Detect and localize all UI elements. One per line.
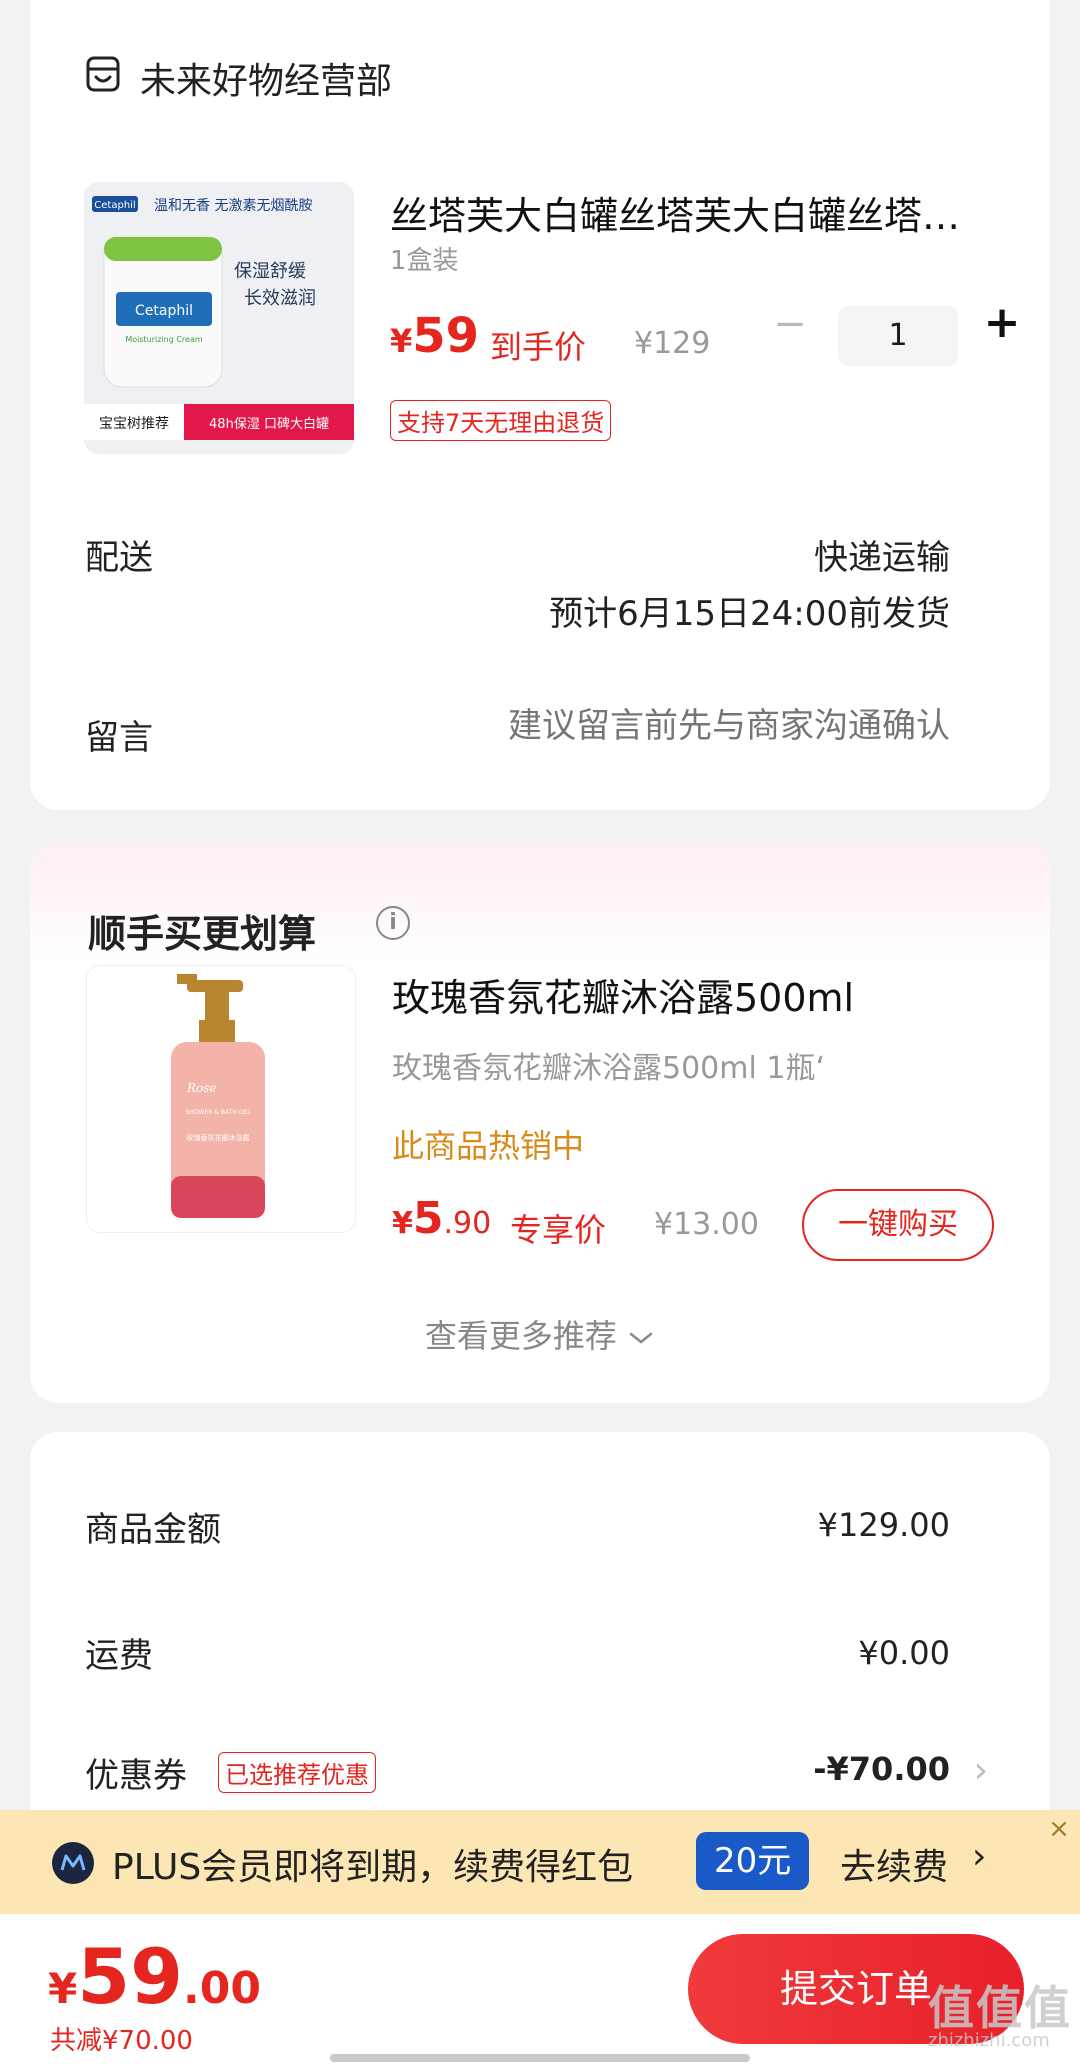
bottle-script: Rose xyxy=(186,1081,217,1095)
more-recommendations-link[interactable]: 查看更多推荐 xyxy=(30,1311,1050,1357)
goods-amount-label: 商品金额 xyxy=(85,1510,221,1550)
product-price: ¥59 xyxy=(390,308,479,364)
home-indicator[interactable] xyxy=(330,2054,750,2062)
price-tag: 到手价 xyxy=(490,328,587,366)
recommendation-spec: 玫瑰香氛花瓣沐浴露500ml 1瓶‘ xyxy=(392,1051,825,1086)
plus-red-packet-amount: 20元 xyxy=(696,1832,810,1890)
close-icon[interactable]: × xyxy=(1044,1814,1074,1844)
recommendation-title: 顺手买更划算 xyxy=(88,912,317,956)
message-label: 留言 xyxy=(85,718,153,758)
shipping-fee-value: ¥0.00 xyxy=(858,1634,950,1672)
recommendation-original-price: ¥13.00 xyxy=(654,1207,759,1242)
feature-2: 长效滋润 xyxy=(244,288,316,309)
reco-price-dec: .90 xyxy=(443,1206,492,1241)
shop-name[interactable]: 未来好物经营部 xyxy=(140,52,392,104)
total-dec: .00 xyxy=(183,1963,261,2014)
jar-brand: Cetaphil xyxy=(135,303,193,319)
return-policy-badge: 支持7天无理由退货 xyxy=(390,400,612,441)
recommendation-card: 顺手买更划算 i Rose SHOWER & BATH GEL 玫瑰香氛花瓣沐浴… xyxy=(30,843,1050,1403)
jar-label: Moisturizing Cream xyxy=(125,335,203,344)
checkout-bar: ¥59.00 共减¥70.00 提交订单 xyxy=(0,1914,1080,2065)
total-int: 59 xyxy=(77,1932,183,2021)
hot-sale-label: 此商品热销中 xyxy=(392,1127,585,1165)
recommendation-price-tag: 专享价 xyxy=(510,1211,607,1249)
quantity-plus-button[interactable]: + xyxy=(972,294,1032,354)
shipping-fee-label: 运费 xyxy=(85,1636,153,1676)
quantity-minus-button[interactable]: − xyxy=(760,296,820,356)
shop-icon xyxy=(85,55,121,93)
plus-logo-icon xyxy=(52,1842,94,1884)
product-spec[interactable]: 1盒装 xyxy=(390,240,459,277)
original-price: ¥129 xyxy=(634,326,711,361)
total-price: ¥59.00 xyxy=(48,1932,261,2021)
watermark-logo: 值值值 xyxy=(928,1981,1072,2035)
watermark-url: zhizhizhi.com xyxy=(928,2030,1050,2051)
delivery-label: 配送 xyxy=(85,538,153,578)
banner-right: 48h保湿 口碑大白罐 xyxy=(209,416,329,432)
recommendation-name[interactable]: 玫瑰香氛花瓣沐浴露500ml xyxy=(392,967,854,1022)
price-value: 59 xyxy=(412,308,480,364)
info-icon[interactable]: i xyxy=(376,906,410,940)
message-input[interactable] xyxy=(390,706,950,746)
price-symbol: ¥ xyxy=(390,322,413,360)
reco-price-symbol: ¥ xyxy=(392,1206,413,1241)
bottle-cn-label: 玫瑰香氛花瓣沐浴露 xyxy=(187,1133,250,1142)
coupon-value[interactable]: -¥70.00 xyxy=(813,1750,950,1788)
recommendation-price: ¥5.90 xyxy=(392,1193,491,1244)
chevron-right-icon[interactable]: › xyxy=(974,1750,988,1791)
image-headline: 温和无香 无激素无烟酰胺 xyxy=(154,197,312,214)
recommendation-image[interactable]: Rose SHOWER & BATH GEL 玫瑰香氛花瓣沐浴露 xyxy=(86,965,356,1233)
chevron-right-icon[interactable]: › xyxy=(972,1836,986,1877)
plus-renew-link[interactable]: 去续费 xyxy=(840,1838,948,1890)
plus-membership-banner[interactable]: PLUS会员即将到期，续费得红包 20元 去续费 › × xyxy=(0,1810,1080,1914)
chevron-down-icon xyxy=(627,1317,655,1355)
delivery-estimate: 预计6月15日24:00前发货 xyxy=(549,594,950,634)
coupon-badge: 已选推荐优惠 xyxy=(218,1752,376,1793)
coupon-label: 优惠券 xyxy=(85,1756,187,1796)
bottle-gel-label: SHOWER & BATH GEL xyxy=(185,1109,251,1116)
quantity-input[interactable]: 1 xyxy=(838,306,958,366)
feature-1: 保湿舒缓 xyxy=(234,261,306,282)
more-label: 查看更多推荐 xyxy=(424,1317,617,1355)
total-symbol: ¥ xyxy=(48,1964,78,2013)
product-image[interactable]: Cetaphil 温和无香 无激素无烟酰胺 Cetaphil Moisturiz… xyxy=(84,182,354,454)
delivery-method[interactable]: 快递运输 xyxy=(814,530,950,579)
plus-banner-text: PLUS会员即将到期，续费得红包 xyxy=(112,1847,634,1888)
banner-left: 宝宝树推荐 xyxy=(99,416,169,432)
brand-logo-text: Cetaphil xyxy=(94,200,135,211)
product-title[interactable]: 丝塔芙大白罐丝塔芙大白罐丝塔芙大白罐 xyxy=(390,185,990,240)
total-saved[interactable]: 共减¥70.00 xyxy=(50,2020,193,2057)
order-card: 未来好物经营部 Cetaphil 温和无香 无激素无烟酰胺 Cetaphil M… xyxy=(30,0,1050,810)
reco-price-int: 5 xyxy=(412,1193,444,1244)
one-click-buy-button[interactable]: 一键购买 xyxy=(802,1189,994,1261)
goods-amount-value: ¥129.00 xyxy=(817,1506,950,1544)
